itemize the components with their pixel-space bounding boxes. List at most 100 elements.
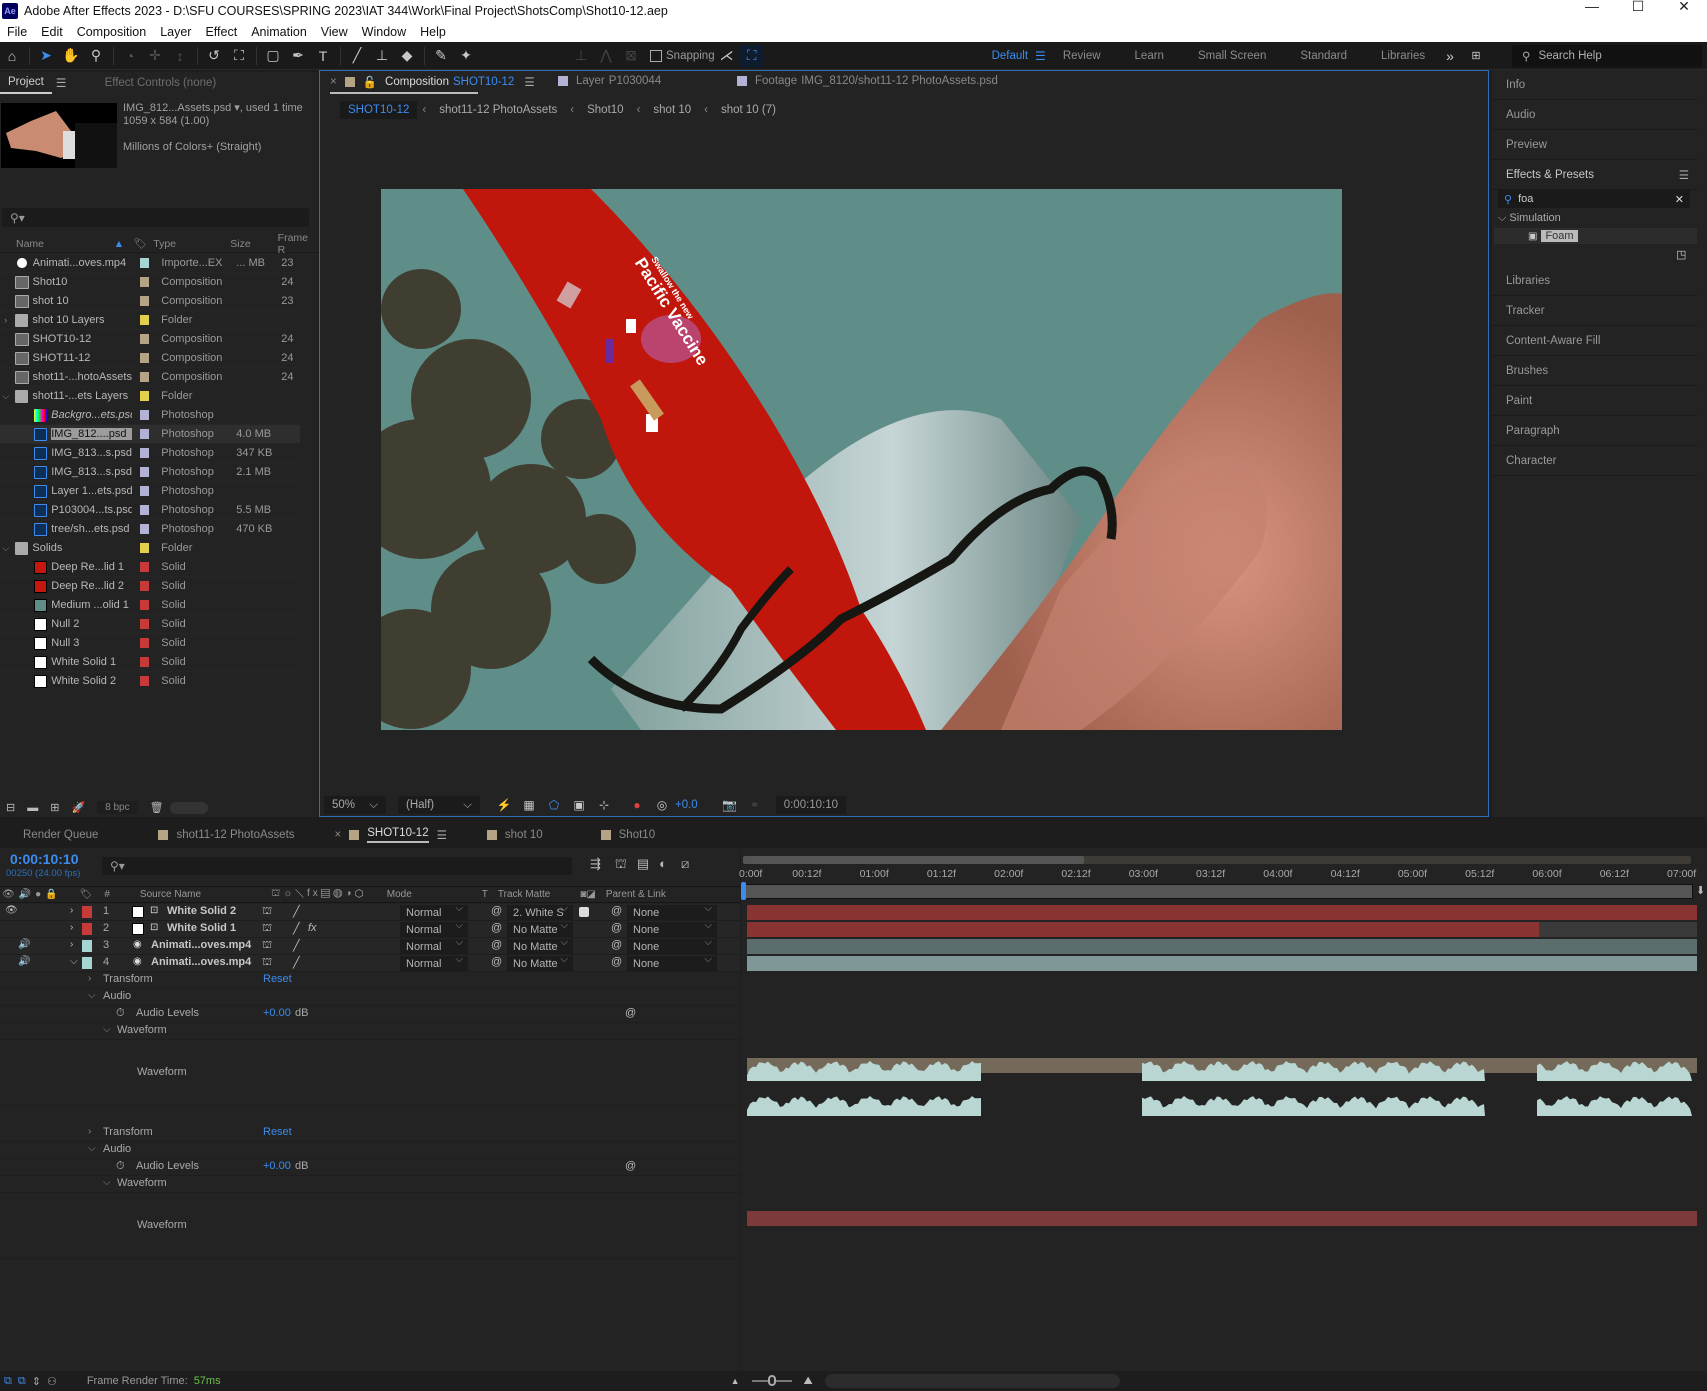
- layer-row[interactable]: 👁 › 1 ⊡ White Solid 2 ⛫ ╱ Normal @2. White S @ Non…: [0, 903, 740, 921]
- snapping-toggle[interactable]: Snapping: [650, 49, 715, 62]
- source-name-header[interactable]: Source Name: [140, 889, 201, 900]
- label-tag-icon[interactable]: 🏷: [134, 237, 154, 250]
- parent-pickwhip-icon[interactable]: @: [611, 956, 622, 971]
- label-color-swatch[interactable]: [139, 638, 150, 648]
- layer-name[interactable]: White Solid 2: [167, 905, 236, 920]
- layer-label-swatch[interactable]: [82, 923, 92, 935]
- hand-tool-icon[interactable]: ✋: [59, 45, 83, 67]
- label-color-swatch[interactable]: [139, 543, 150, 553]
- blend-mode-dropdown[interactable]: Normal: [400, 903, 468, 920]
- project-item[interactable]: ⌵ shot11-...ets Layers Folder: [0, 387, 300, 406]
- rectangle-tool-icon[interactable]: ▢: [261, 45, 285, 67]
- search-help-input[interactable]: ⚲ Search Help: [1512, 45, 1702, 67]
- effects-search-input[interactable]: ⚲ foa ✕: [1498, 190, 1690, 208]
- parent-dropdown[interactable]: None: [627, 937, 717, 954]
- track-matte-dropdown[interactable]: No Matte: [507, 939, 573, 954]
- current-time-display[interactable]: 0:00:10:10: [775, 796, 846, 814]
- clear-search-icon[interactable]: ✕: [1675, 193, 1684, 206]
- shy-switch-icon[interactable]: ⛫: [262, 905, 272, 920]
- layer-duration-bar[interactable]: [747, 922, 1540, 937]
- workspace-standard[interactable]: Standard: [1300, 50, 1347, 62]
- twirl-toggle-icon[interactable]: ⌵: [0, 543, 11, 554]
- effects-switch-icon[interactable]: fx: [308, 922, 317, 937]
- thumbnail-slider[interactable]: [169, 801, 208, 814]
- label-color-swatch[interactable]: [139, 391, 150, 401]
- minimize-button[interactable]: —: [1569, 0, 1615, 22]
- label-color-swatch[interactable]: [139, 657, 150, 667]
- project-item[interactable]: Medium ...olid 1 Solid: [0, 596, 300, 615]
- blend-mode-dropdown[interactable]: Normal: [400, 954, 468, 971]
- motion-blur-icon[interactable]: ◐: [659, 856, 667, 874]
- quality-switch-icon[interactable]: ╱: [293, 956, 300, 971]
- anchor-tool-icon[interactable]: ⛶: [227, 45, 251, 67]
- fast-previews-icon[interactable]: ⚡: [492, 794, 516, 816]
- quality-switch-icon[interactable]: ╱: [293, 939, 300, 954]
- twirl-toggle-icon[interactable]: ›: [70, 939, 73, 954]
- panel-menu-icon[interactable]: ☰: [437, 828, 447, 842]
- reset-link[interactable]: Reset: [263, 1126, 292, 1141]
- project-item[interactable]: Null 2 Solid: [0, 615, 300, 634]
- panel-preview[interactable]: Preview: [1492, 130, 1697, 160]
- shy-switch-icon[interactable]: ⛫: [262, 939, 272, 954]
- label-color-swatch[interactable]: [139, 258, 150, 268]
- breadcrumb-item[interactable]: shot11-12 PhotoAssets: [431, 101, 565, 119]
- project-item[interactable]: SHOT11-12 Composition 24: [0, 349, 300, 368]
- twirl-toggle-icon[interactable]: ⌵: [103, 1024, 111, 1039]
- grid-guides-icon[interactable]: ⊹: [592, 794, 616, 816]
- blend-mode-dropdown[interactable]: Normal: [400, 920, 468, 937]
- tab-shot10[interactable]: Shot10: [619, 829, 655, 841]
- menu-layer[interactable]: Layer: [158, 25, 198, 39]
- panel-brushes[interactable]: Brushes: [1492, 356, 1697, 386]
- navigator-range[interactable]: [743, 856, 1085, 864]
- close-tab-icon[interactable]: ×: [330, 76, 337, 88]
- clone-stamp-icon[interactable]: ⊥: [370, 45, 394, 67]
- project-item[interactable]: Null 3 Solid: [0, 634, 300, 653]
- project-item[interactable]: IMG_812....psd Photoshop 4.0 MB: [0, 425, 300, 444]
- zoom-tool-icon[interactable]: ⚲: [84, 45, 108, 67]
- twirl-toggle-icon[interactable]: ⌵: [0, 391, 11, 402]
- time-ruler[interactable]: 0:00f 00:12f 01:00f 01:12f 02:00f 02:12f 03:00…: [739, 866, 1707, 884]
- breadcrumb-item[interactable]: shot 10 (7): [713, 101, 784, 119]
- quality-switch-icon[interactable]: ╱: [293, 905, 300, 920]
- workspace-menu-icon[interactable]: ☰: [1035, 49, 1046, 63]
- label-color-swatch[interactable]: [139, 600, 150, 610]
- label-color-swatch[interactable]: [139, 277, 150, 287]
- new-folder-icon[interactable]: ▬: [27, 802, 38, 814]
- property-transform[interactable]: Transform: [103, 1126, 153, 1141]
- layer-row[interactable]: 🔊 ⌵ 4 ◉ Animati...oves.mp4 ⛫ ╱ Normal @ No Matte @…: [0, 954, 740, 972]
- audio-switch-header-icon[interactable]: 🔊: [19, 889, 31, 900]
- pickwhip-icon[interactable]: @: [491, 922, 502, 937]
- layer-duration-bar[interactable]: [747, 905, 1697, 920]
- workspace-small-screen[interactable]: Small Screen: [1198, 50, 1266, 62]
- video-switch-header-icon[interactable]: 👁: [2, 889, 15, 900]
- project-item[interactable]: Animati...oves.mp4 Importe...EX ... MB 23: [0, 254, 300, 273]
- interpret-footage-icon[interactable]: ⊟: [6, 801, 15, 814]
- col-size[interactable]: Size: [230, 238, 277, 250]
- composition-viewer[interactable]: Swallow the new Pacific Vaccine: [381, 189, 1342, 730]
- label-header-icon[interactable]: 🏷: [80, 889, 93, 900]
- property-audio[interactable]: Audio: [103, 1143, 131, 1158]
- blend-mode-dropdown[interactable]: Normal: [400, 937, 468, 954]
- tab-footage[interactable]: Footage IMG_8120/shot11-12 PhotoAssets.p…: [737, 75, 998, 87]
- tab-effect-controls[interactable]: Effect Controls (none): [97, 73, 225, 93]
- layer-label-swatch[interactable]: [82, 940, 92, 952]
- selection-tool-icon[interactable]: ➤: [34, 45, 58, 67]
- pickwhip-icon[interactable]: @: [491, 956, 502, 971]
- bit-depth-button[interactable]: 8 bpc: [97, 801, 138, 814]
- menu-edit[interactable]: Edit: [39, 25, 70, 39]
- layer-label-swatch[interactable]: [82, 957, 92, 969]
- mask-visibility-icon[interactable]: ⬠: [542, 794, 566, 816]
- snap-option-icon[interactable]: ⋌: [715, 45, 739, 67]
- shy-layers-icon[interactable]: ⛫: [615, 856, 627, 874]
- audio-levels-value[interactable]: +0.00: [263, 1007, 291, 1022]
- layer-name[interactable]: Animati...oves.mp4: [151, 939, 251, 954]
- layer-name[interactable]: Animati...oves.mp4: [151, 956, 251, 971]
- label-color-swatch[interactable]: [139, 676, 150, 686]
- tab-shot10-12[interactable]: SHOT10-12: [367, 827, 429, 843]
- layer-switches-toggle-icon[interactable]: ⧉: [4, 1375, 12, 1388]
- axis-view-icon[interactable]: ⊠: [619, 45, 643, 67]
- panel-menu-icon[interactable]: ☰: [1679, 168, 1689, 182]
- snapshot-icon[interactable]: 📷: [718, 794, 742, 816]
- label-color-swatch[interactable]: [139, 505, 150, 515]
- audio-switch-icon[interactable]: 🔊: [18, 939, 30, 954]
